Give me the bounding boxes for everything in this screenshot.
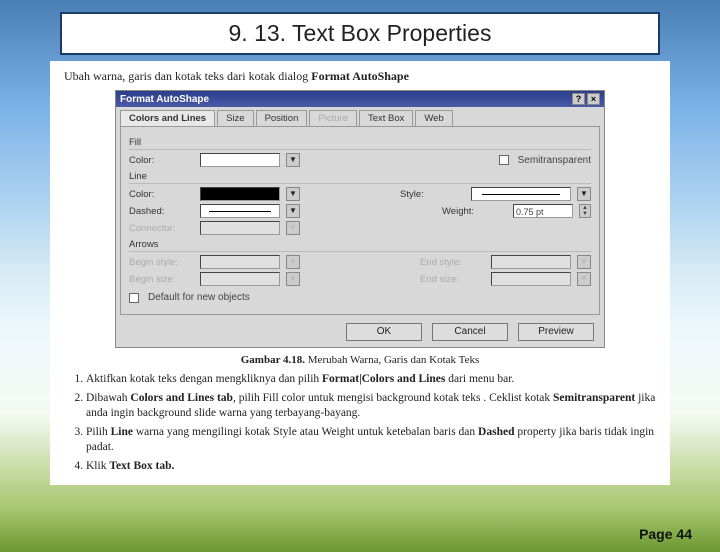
dashed-swatch[interactable] [200,204,280,218]
label-end-size: End size: [420,274,485,285]
caption-bold: Gambar 4.18. [241,354,305,366]
tab-picture: Picture [309,110,357,126]
close-button[interactable]: × [587,93,600,105]
label-line-color: Color: [129,189,194,200]
label-dashed: Dashed: [129,206,194,217]
begin-size-dropdown: ▼ [286,272,300,286]
intro-prefix: Ubah warna, garis dan kotak teks dari ko… [64,69,311,83]
end-size-swatch [491,272,571,286]
help-button[interactable]: ? [572,93,585,105]
connector-dropdown: ▼ [286,221,300,235]
label-line-style: Style: [400,189,465,200]
dialog-panel: Fill Color: ▼ Semitransparent Line Color… [120,126,600,315]
weight-field[interactable]: 0.75 pt [513,204,573,218]
label-weight: Weight: [442,206,507,217]
begin-style-dropdown: ▼ [286,255,300,269]
caption-text: Merubah Warna, Garis dan Kotak Teks [305,354,479,366]
default-new-checkbox[interactable] [129,293,139,303]
label-semitransparent: Semitransparent [518,155,591,166]
line-style-swatch[interactable] [471,187,571,201]
line-color-dropdown[interactable]: ▼ [286,187,300,201]
intro-bold: Format AutoShape [311,69,409,83]
fill-color-dropdown[interactable]: ▼ [286,153,300,167]
tab-web[interactable]: Web [415,110,452,126]
tab-size[interactable]: Size [217,110,253,126]
connector-swatch [200,221,280,235]
step-4: Klik Text Box tab. [86,459,656,475]
content-area: Ubah warna, garis dan kotak teks dari ko… [50,61,670,485]
label-begin-style: Begin style: [129,257,194,268]
begin-style-swatch [200,255,280,269]
dialog-button-row: OK Cancel Preview [116,319,604,347]
tab-position[interactable]: Position [256,110,308,126]
end-style-swatch [491,255,571,269]
weight-spinner[interactable]: ▲▼ [579,204,591,218]
label-begin-size: Begin size: [129,274,194,285]
group-fill: Fill [129,137,591,150]
label-end-style: End style: [420,257,485,268]
step-2: Dibawah Colors and Lines tab, pilih Fill… [86,391,656,422]
dialog-tabs: Colors and Lines Size Position Picture T… [116,107,604,126]
fill-color-swatch[interactable] [200,153,280,167]
dashed-dropdown[interactable]: ▼ [286,204,300,218]
label-fill-color: Color: [129,155,194,166]
tab-colors-and-lines[interactable]: Colors and Lines [120,110,215,126]
line-color-swatch[interactable] [200,187,280,201]
label-default-new: Default for new objects [148,292,250,303]
cancel-button[interactable]: Cancel [432,323,508,341]
dialog-titlebar: Format AutoShape ? × [116,91,604,107]
format-autoshape-dialog: Format AutoShape ? × Colors and Lines Si… [115,90,605,348]
ok-button[interactable]: OK [346,323,422,341]
end-size-dropdown: ▼ [577,272,591,286]
end-style-dropdown: ▼ [577,255,591,269]
step-1: Aktifkan kotak teks dengan mengkliknya d… [86,372,656,388]
steps-list: Aktifkan kotak teks dengan mengkliknya d… [64,372,656,474]
semitransparent-checkbox[interactable] [499,155,509,165]
label-connector: Connector: [129,223,194,234]
line-style-dropdown[interactable]: ▼ [577,187,591,201]
figure-caption: Gambar 4.18. Merubah Warna, Garis dan Ko… [64,354,656,366]
begin-size-swatch [200,272,280,286]
step-3: Pilih Line warna yang mengilingi kotak S… [86,425,656,456]
preview-button[interactable]: Preview [518,323,594,341]
tab-text-box[interactable]: Text Box [359,110,413,126]
dialog-title: Format AutoShape [120,94,209,105]
slide-title: 9. 13. Text Box Properties [60,12,660,55]
group-line: Line [129,171,591,184]
intro-text: Ubah warna, garis dan kotak teks dari ko… [64,69,656,84]
group-arrows: Arrows [129,239,591,252]
